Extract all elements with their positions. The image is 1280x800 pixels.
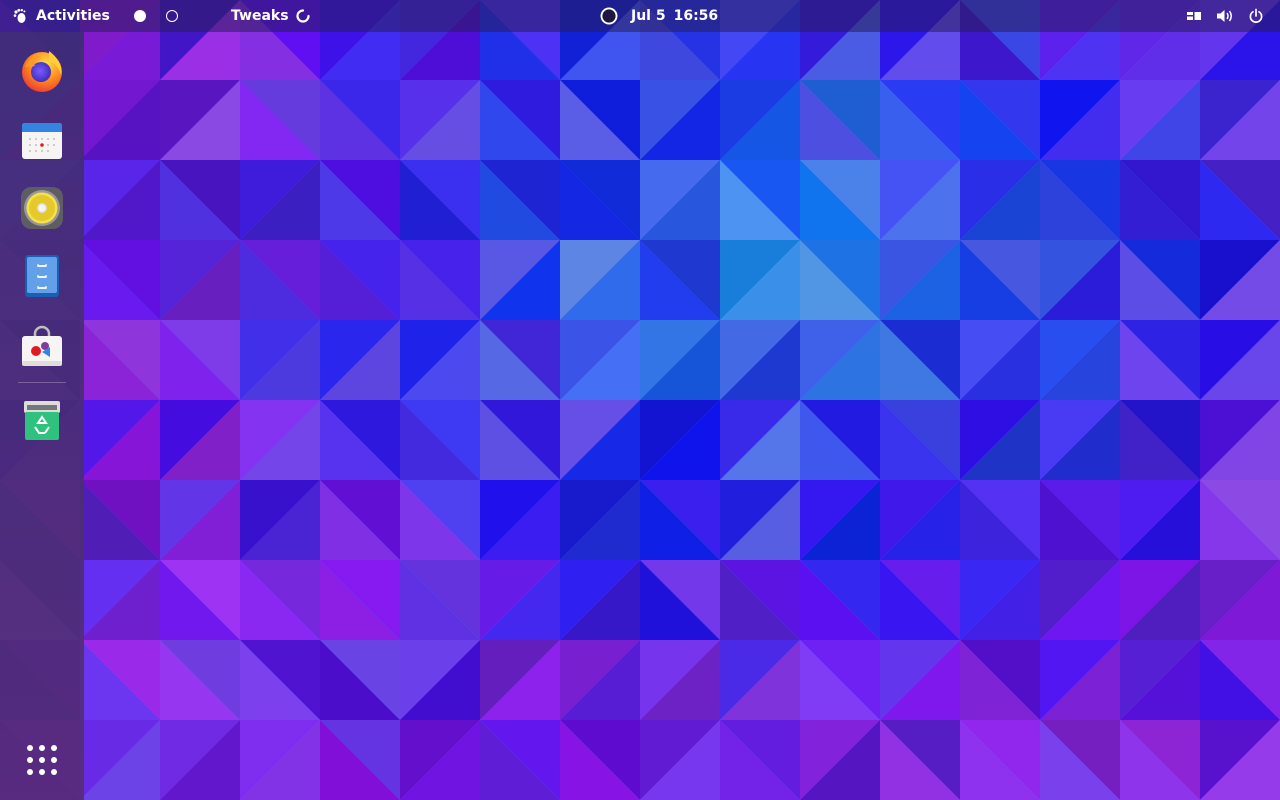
window-switcher-icon[interactable] <box>1186 8 1202 24</box>
volume-icon[interactable] <box>1216 8 1234 24</box>
workspace-inactive-dot-icon <box>166 10 178 22</box>
wallpaper-pattern <box>0 0 1280 800</box>
dock-item-software[interactable] <box>18 322 66 370</box>
show-applications-button[interactable] <box>22 740 62 780</box>
power-icon[interactable] <box>1248 8 1264 24</box>
file-cabinet-icon <box>25 255 59 297</box>
dock-item-rhythmbox[interactable] <box>18 184 66 232</box>
workspace-indicator-1[interactable] <box>133 0 147 32</box>
workspace-active-dot-icon <box>134 10 146 22</box>
app-menu[interactable]: Tweaks <box>231 0 310 32</box>
gnome-foot-icon <box>13 8 26 23</box>
dock-item-firefox[interactable] <box>18 46 66 94</box>
speaker-icon <box>21 187 63 229</box>
dock-item-trash[interactable] <box>18 396 66 444</box>
app-menu-label: Tweaks <box>231 8 289 24</box>
time-label: 16:56 <box>673 8 719 24</box>
do-not-disturb-icon <box>600 7 618 25</box>
firefox-icon <box>22 51 62 92</box>
activities-button[interactable]: Activities <box>12 0 110 32</box>
grid-dots-icon <box>27 745 57 775</box>
activities-label: Activities <box>36 8 110 24</box>
desktop-wallpaper <box>0 0 1280 800</box>
calendar-icon <box>22 123 62 159</box>
dock-separator <box>18 382 66 383</box>
clock-button[interactable]: Jul 5 16:56 <box>599 0 718 32</box>
dock-item-calendar[interactable] <box>18 116 66 164</box>
recycle-bin-icon <box>24 401 60 440</box>
shopping-bag-icon <box>22 325 62 366</box>
top-bar: Activities Tweaks Jul 5 16:56 <box>0 0 1280 32</box>
date-label: Jul 5 <box>631 8 666 24</box>
dock-item-files[interactable] <box>18 252 66 300</box>
workspace-indicator-2[interactable] <box>165 0 179 32</box>
loading-spinner-icon <box>295 9 310 23</box>
system-tray[interactable] <box>1186 0 1264 32</box>
dash-dock <box>0 32 84 800</box>
